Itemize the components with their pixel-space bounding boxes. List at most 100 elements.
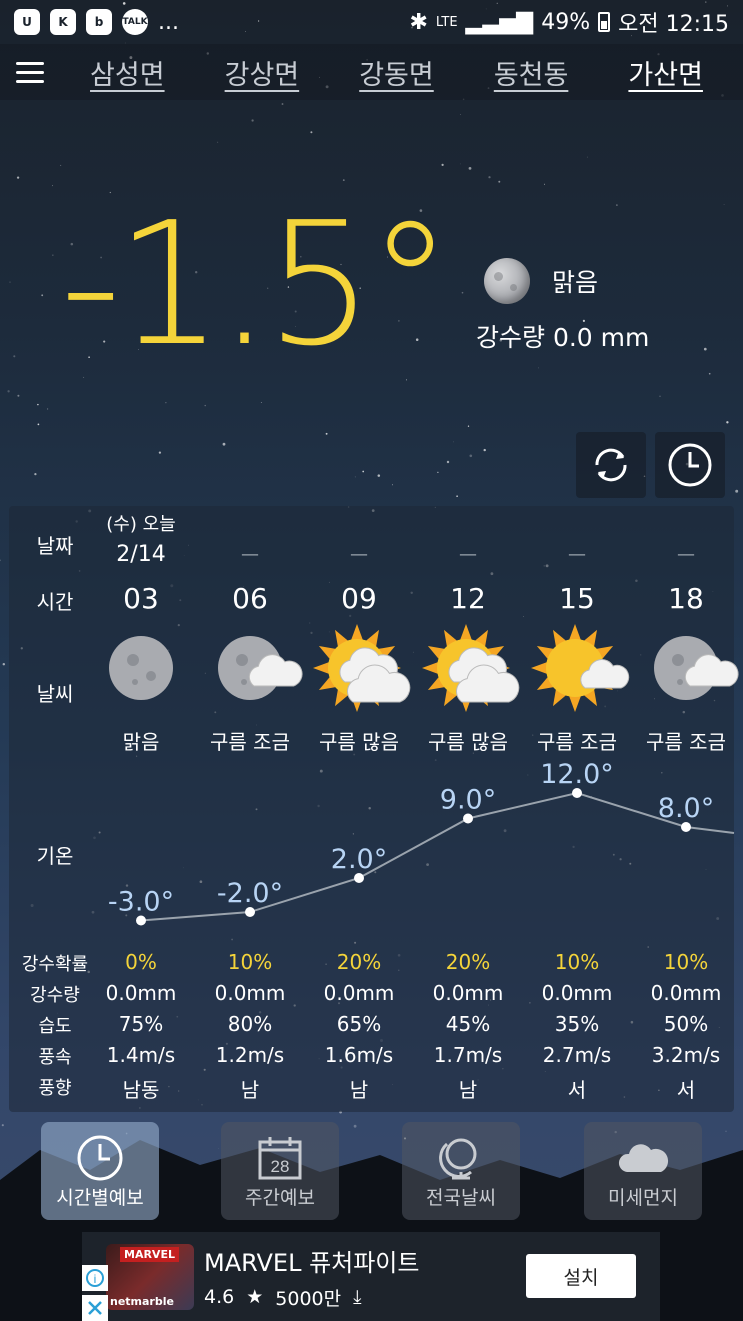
current-condition-text: 맑음 [552,268,599,297]
star [659,395,661,397]
star [453,441,454,443]
star [260,402,262,403]
hour-humidity: 35% [554,1012,600,1036]
star [446,460,450,464]
star [9,281,11,283]
star [467,425,470,427]
tab-location-1[interactable]: 삼성면 [82,53,173,92]
hour-condition: 맑음 [122,730,160,754]
star [456,495,458,498]
hourly-forecast-panel: 날짜 시간 날씨 기온 (수) 오늘 2/14 03 맑음 0% 0.0mm 75% 1.4m… [9,506,739,1112]
star [165,402,167,404]
tab-location-4[interactable]: 동천동 [486,53,577,92]
refresh-button[interactable] [576,432,646,498]
hour-wind-dir: 남동 [122,1078,160,1102]
temperature-label: 2.0° [331,844,387,875]
network-type: LTE [435,14,458,30]
clock-time: 오전 12:15 [618,12,729,37]
row-label-precip-prob: 강수확률 [21,954,89,975]
ad-app-thumbnail: MARVEL netmarble [106,1243,194,1310]
nav-national[interactable]: 전국날씨 [402,1122,520,1220]
hour-condition: 구름 조금 [646,730,726,754]
star [47,408,49,410]
nav-hourly[interactable]: 시간별예보 [41,1122,159,1220]
star [60,164,62,166]
star [437,471,439,474]
star [723,203,725,205]
hour-wind-speed: 3.2m/s [651,1043,721,1067]
sun-cloud-icon [531,624,630,712]
row-label-wind-speed: 풍속 [38,1047,72,1068]
tab-location-3[interactable]: 강동면 [351,53,442,92]
star [377,474,381,477]
star [488,176,491,179]
current-condition: 맑음 [484,258,598,304]
hour-precip-amount: 0.0mm [323,981,395,1005]
history-button[interactable] [655,432,725,498]
star [726,421,729,424]
bluetooth-icon: ✱ [409,9,428,35]
ad-title: MARVEL 퓨처파이트 [204,1248,420,1277]
tab-location-5[interactable]: 가산면 [620,53,711,92]
star [2,662,6,666]
install-button[interactable]: 설치 [526,1254,636,1298]
hour-condition: 구름 조금 [210,730,290,754]
hour-condition: 구름 많음 [428,730,508,754]
weather-icon-cell [196,624,304,714]
star [469,454,473,458]
weather-icon-cell [305,624,413,714]
nav-dust-label: 미세먼지 [608,1187,678,1209]
star [616,204,618,206]
star [459,163,461,165]
app-icon-b: b [86,9,112,35]
star [34,472,37,476]
temperature-line-chart: -3.0° -2.0° 2.0° 9.0° 12.0° 8.0° [108,759,735,926]
temperature-label: 12.0° [540,759,614,790]
date-date: 2/14 [116,542,166,567]
star [498,180,501,183]
star [41,294,44,297]
nav-weekly[interactable]: 28 주간예보 [221,1122,339,1220]
star [281,103,284,105]
menu-icon[interactable] [0,44,60,100]
temperature-label: 8.0° [658,793,714,824]
star [354,476,356,478]
star [222,442,226,446]
hour-humidity: 65% [336,1012,382,1036]
date-dash: — [241,544,259,565]
hour-condition: 구름 조금 [537,730,617,754]
nav-dust[interactable]: 미세먼지 [584,1122,702,1220]
hour-wind-dir: 서 [567,1078,587,1102]
ad-thumb-publisher: netmarble [110,1294,174,1308]
tab-location-2[interactable]: 강상면 [217,53,308,92]
moon-icon [484,258,530,304]
weather-icon-cell [87,624,195,714]
talk-icon: TALK [122,9,148,35]
hour-condition: 구름 많음 [319,730,399,754]
hour-wind-speed: 2.7m/s [542,1043,612,1067]
ad-thumb-brand: MARVEL [120,1246,179,1262]
calendar-icon: 28 [258,1137,302,1180]
star [37,403,39,406]
star [37,423,40,426]
hour-time: 12 [450,582,486,615]
temperature-label: 9.0° [440,785,496,816]
ad-close-icon[interactable] [82,1295,108,1321]
app-icon-k: K [50,9,76,35]
ad-info-icon[interactable]: i [82,1265,108,1291]
hour-precip-amount: 0.0mm [432,981,504,1005]
location-tabs-bar: 삼성면 강상면 강동면 동천동 가산면 [0,44,743,100]
star [217,141,219,143]
star [461,291,464,294]
star [7,390,10,393]
star [544,183,545,185]
hour-precip-amount: 0.0mm [105,981,177,1005]
date-dash: — [350,544,368,565]
moon-cloud-icon [218,636,303,700]
hour-wind-dir: 남 [349,1078,369,1102]
ad-banner[interactable]: MARVEL netmarble MARVEL 퓨처파이트 4.6 ★ 5000… [82,1232,660,1321]
row-label-humidity: 습도 [38,1016,72,1037]
date-dash: — [677,544,695,565]
star [483,448,486,452]
star [468,167,472,170]
